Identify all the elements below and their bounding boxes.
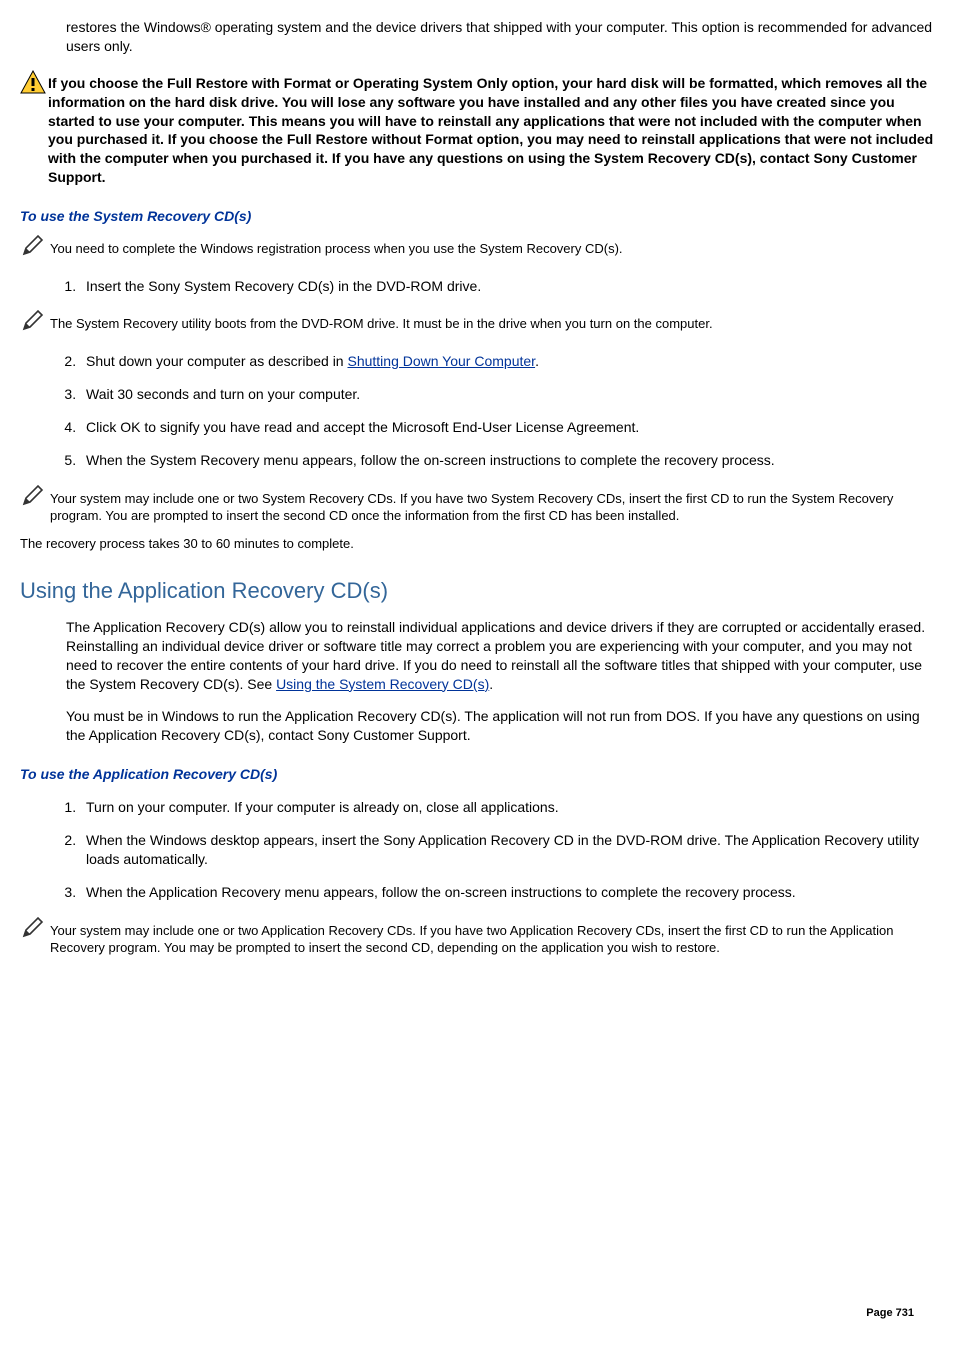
section2-para1: The Application Recovery CD(s) allow you…: [66, 618, 934, 694]
pencil-icon: [20, 234, 50, 263]
using-system-recovery-link[interactable]: Using the System Recovery CD(s): [276, 676, 489, 692]
section1-list-a: Insert the Sony System Recovery CD(s) in…: [80, 277, 934, 296]
section2-step2: When the Windows desktop appears, insert…: [80, 831, 934, 869]
section1-step3: Wait 30 seconds and turn on your compute…: [80, 385, 934, 404]
note3-text: Your system may include one or two Syste…: [50, 484, 934, 525]
warning-text: If you choose the Full Restore with Form…: [48, 75, 933, 185]
section1-heading: To use the System Recovery CD(s): [20, 207, 934, 226]
note1-text: You need to complete the Windows registr…: [50, 234, 623, 258]
section1-closing: The recovery process takes 30 to 60 minu…: [20, 535, 934, 553]
para1-post: .: [489, 676, 493, 692]
section2-step3: When the Application Recovery menu appea…: [80, 883, 934, 902]
note-row-4: Your system may include one or two Appli…: [20, 916, 934, 957]
para1-pre: The Application Recovery CD(s) allow you…: [66, 619, 925, 692]
section1-step4: Click OK to signify you have read and ac…: [80, 418, 934, 437]
step2-post: .: [535, 353, 539, 369]
shutting-down-link[interactable]: Shutting Down Your Computer: [347, 353, 535, 369]
section1-list-b: Shut down your computer as described in …: [80, 352, 934, 470]
step2-pre: Shut down your computer as described in: [86, 353, 347, 369]
intro-paragraph: restores the Windows® operating system a…: [66, 18, 934, 56]
pencil-icon: [20, 484, 50, 513]
section2-heading: Using the Application Recovery CD(s): [20, 576, 934, 606]
section1-step1: Insert the Sony System Recovery CD(s) in…: [80, 277, 934, 296]
note-row-1: You need to complete the Windows registr…: [20, 234, 934, 263]
section2-list: Turn on your computer. If your computer …: [80, 798, 934, 902]
section2-para2: You must be in Windows to run the Applic…: [66, 707, 934, 745]
section1-step2: Shut down your computer as described in …: [80, 352, 934, 371]
section2-subheading: To use the Application Recovery CD(s): [20, 765, 934, 784]
section1-step5: When the System Recovery menu appears, f…: [80, 451, 934, 470]
section2-note1-text: Your system may include one or two Appli…: [50, 916, 934, 957]
warning-icon: [20, 70, 48, 99]
note-row-3: Your system may include one or two Syste…: [20, 484, 934, 525]
warning-block: If you choose the Full Restore with Form…: [20, 70, 934, 187]
note2-text: The System Recovery utility boots from t…: [50, 309, 713, 333]
intro-text: restores the Windows® operating system a…: [66, 19, 932, 54]
pencil-icon: [20, 916, 50, 945]
section2-step1: Turn on your computer. If your computer …: [80, 798, 934, 817]
pencil-icon: [20, 309, 50, 338]
note-row-2: The System Recovery utility boots from t…: [20, 309, 934, 338]
page-number: Page 731: [866, 1306, 914, 1321]
